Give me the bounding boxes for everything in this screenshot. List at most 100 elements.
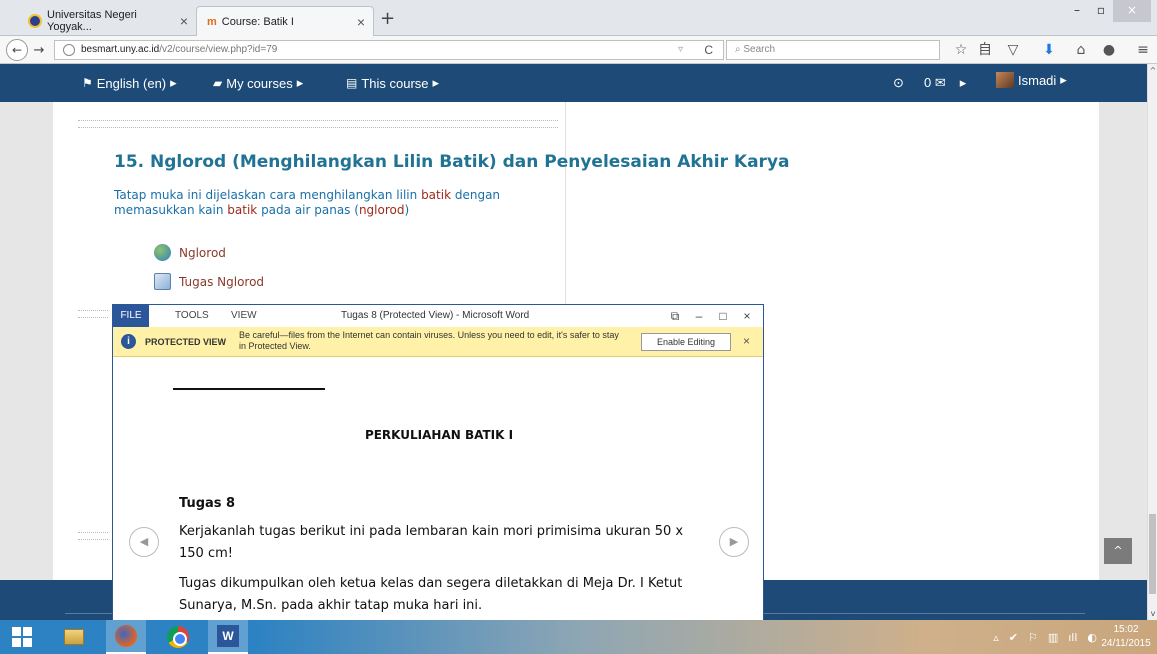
word-window: FILE TOOLS VIEW Tugas 8 (Protected View)… xyxy=(112,304,764,628)
section-title: 15. Nglorod (Menghilangkan Lilin Batik) … xyxy=(114,152,790,172)
user-menu[interactable]: Ismadi ▸ xyxy=(996,72,1067,88)
section-divider xyxy=(78,310,108,318)
document-rule xyxy=(173,388,325,390)
protected-view-message: Be careful—files from the Internet can c… xyxy=(239,330,619,351)
this-course-menu[interactable]: ▤ This course ▸ xyxy=(346,75,439,91)
this-course-label: This course xyxy=(361,75,429,91)
desc-highlight: nglorod xyxy=(358,203,405,217)
caret-icon: ▸ xyxy=(296,75,304,90)
app-tray-icon[interactable]: ✔ xyxy=(1009,631,1018,644)
courses-icon: ▰ xyxy=(213,76,223,90)
messages-count: 0 ✉ xyxy=(924,75,946,90)
reading-list-icon[interactable]: 自 xyxy=(976,41,994,59)
show-hidden-icons-icon[interactable]: ▵ xyxy=(993,631,999,644)
taskbar-firefox[interactable] xyxy=(106,620,146,654)
word-maximize-button[interactable]: □ xyxy=(713,305,733,327)
new-tab-button[interactable]: + xyxy=(380,8,395,29)
tab-course-batik[interactable]: m Course: Batik I × xyxy=(196,6,374,36)
back-to-top-button[interactable]: ^ xyxy=(1104,538,1132,564)
caret-icon: ▸ xyxy=(959,75,967,90)
caret-icon: ▸ xyxy=(1060,72,1067,87)
next-page-button[interactable]: ▶ xyxy=(719,527,749,557)
enable-editing-button[interactable]: Enable Editing xyxy=(641,333,731,351)
url-path: /v2/course/view.php?id=79 xyxy=(159,44,278,55)
word-icon: W xyxy=(217,625,239,647)
action-center-flag-icon[interactable]: ⚐ xyxy=(1028,631,1038,644)
start-button[interactable] xyxy=(0,620,44,654)
activity-nglorod[interactable]: Nglorod xyxy=(154,244,226,261)
close-window-button[interactable]: × xyxy=(1113,0,1151,22)
messages-menu[interactable]: 0 ✉ ▸ xyxy=(924,75,966,91)
url-dropdown-icon[interactable]: ▿ xyxy=(678,41,683,59)
forward-button[interactable]: → xyxy=(31,40,47,60)
download-icon[interactable]: ⬇ xyxy=(1040,41,1058,59)
windows-logo-icon xyxy=(12,627,32,647)
assignment-icon xyxy=(154,273,171,290)
taskbar-file-explorer[interactable] xyxy=(54,620,94,654)
url-resource-icon xyxy=(154,244,171,261)
word-window-title: Tugas 8 (Protected View) - Microsoft Wor… xyxy=(341,310,530,321)
word-minimize-button[interactable]: – xyxy=(689,305,709,327)
activity-tugas-nglorod[interactable]: Tugas Nglorod xyxy=(154,273,264,290)
section-divider xyxy=(78,120,558,128)
word-view-menu[interactable]: VIEW xyxy=(231,305,257,327)
search-input[interactable]: ⌕ Search xyxy=(726,40,940,60)
taskbar-chrome[interactable] xyxy=(158,620,198,654)
url-bar[interactable]: besmart.uny.ac.id/v2/course/view.php?id=… xyxy=(54,40,724,60)
my-courses-label: My courses xyxy=(226,75,293,91)
tab-close-icon[interactable]: × xyxy=(357,14,365,30)
reload-button[interactable]: C xyxy=(704,41,713,59)
desc-highlight: batik xyxy=(227,203,258,217)
taskbar-word[interactable]: W xyxy=(208,620,248,654)
scrollbar-thumb[interactable] xyxy=(1149,514,1156,594)
activity-label: Tugas Nglorod xyxy=(179,274,265,289)
word-tools-menu[interactable]: TOOLS xyxy=(175,305,209,327)
maximize-button[interactable]: ▫ xyxy=(1089,0,1113,22)
document-subheading: Tugas 8 xyxy=(179,496,236,511)
minimize-button[interactable]: – xyxy=(1065,0,1089,22)
my-courses-menu[interactable]: ▰ My courses ▸ xyxy=(213,75,303,91)
caret-icon: ▸ xyxy=(432,75,440,90)
desc-text: pada air panas ( xyxy=(257,203,359,217)
home-icon[interactable]: ⌂ xyxy=(1072,41,1090,59)
scroll-up-icon[interactable]: ^ xyxy=(1148,66,1157,75)
word-document: PERKULIAHAN BATIK I Tugas 8 Kerjakanlah … xyxy=(113,357,763,627)
back-button[interactable]: ← xyxy=(6,39,28,61)
page-scrollbar[interactable]: ^ v xyxy=(1147,64,1157,628)
section-divider xyxy=(78,532,108,540)
search-placeholder: Search xyxy=(743,44,776,55)
scroll-down-icon[interactable]: v xyxy=(1148,609,1157,618)
word-file-menu[interactable]: FILE xyxy=(113,305,149,327)
chat-icon[interactable]: ● xyxy=(1100,41,1118,59)
language-label: English (en) xyxy=(96,75,167,91)
chrome-icon xyxy=(167,626,189,648)
pocket-icon[interactable]: ▽ xyxy=(1004,41,1022,59)
ime-icon[interactable]: ▥ xyxy=(1048,631,1058,644)
file-explorer-icon xyxy=(64,629,84,645)
protected-view-label: PROTECTED VIEW xyxy=(145,337,227,347)
uny-favicon-icon xyxy=(28,14,42,28)
desc-highlight: batik xyxy=(421,188,452,202)
book-icon: ▤ xyxy=(346,76,358,90)
word-ribbon-display-icon[interactable]: ⧉ xyxy=(665,305,685,327)
network-signal-icon[interactable]: ıll xyxy=(1068,631,1077,644)
taskbar-clock[interactable]: 15:02 24/11/2015 xyxy=(1101,623,1151,651)
word-close-button[interactable]: × xyxy=(737,305,757,327)
volume-icon[interactable]: ◐ xyxy=(1087,631,1097,644)
previous-page-button[interactable]: ◀ xyxy=(129,527,159,557)
tab-label: Course: Batik I xyxy=(221,15,294,28)
menu-icon[interactable]: ≡ xyxy=(1134,41,1152,59)
tab-universitas[interactable]: Universitas Negeri Yogyak... × xyxy=(18,6,196,36)
shield-info-icon: i xyxy=(121,334,136,349)
language-menu[interactable]: ⚑ English (en) ▸ xyxy=(82,75,177,91)
activity-label: Nglorod xyxy=(179,245,226,260)
system-tray: ▵ ✔ ⚐ ▥ ıll ◐ xyxy=(993,631,1097,644)
protected-bar-close-icon[interactable]: × xyxy=(743,334,750,348)
star-icon[interactable]: ☆ xyxy=(952,41,970,59)
globe-icon xyxy=(63,44,75,56)
user-name: Ismadi xyxy=(1018,72,1057,88)
document-heading: PERKULIAHAN BATIK I xyxy=(364,428,514,442)
firefox-icon xyxy=(115,625,137,647)
tab-close-icon[interactable]: × xyxy=(180,13,188,29)
notification-icon[interactable]: ⊙ xyxy=(893,75,904,91)
